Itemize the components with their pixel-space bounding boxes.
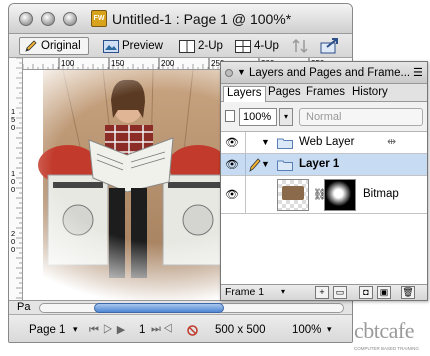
ruler-label: 0 — [11, 245, 15, 254]
ruler-label: 200 — [161, 59, 175, 68]
divider — [245, 154, 246, 176]
panel-bottom-bar: Frame 1 ▾ + ▭ ◘ ▣ 🗑 — [221, 284, 427, 300]
logo-brand: cbtcafe — [354, 318, 415, 343]
tab-4-up[interactable]: 4-Up — [231, 37, 283, 55]
tab-label: 4-Up — [254, 40, 279, 52]
document-dimensions: 500 x 500 — [215, 324, 266, 336]
panel-title: Layers and Pages and Frame... — [249, 67, 411, 79]
frame-select[interactable]: Frame 1 — [225, 286, 264, 298]
vertical-ruler: 150100200 — [9, 58, 23, 300]
eye-icon[interactable]: 👁 — [225, 136, 239, 149]
divider — [245, 176, 246, 214]
layer-name: Layer 1 — [299, 158, 340, 170]
layers-list-empty-area — [221, 214, 427, 284]
status-bar: Page 1 ▾ ⏮▷▶︎ 1 ⏭◁ 500 x 500 100% ▾ — [9, 314, 352, 342]
add-mask-icon[interactable]: ◘ — [359, 286, 373, 299]
horizontal-scrollbar[interactable]: Pa — [9, 300, 352, 314]
layers-panel: ▼ Layers and Pages and Frame... ☰ Layers… — [220, 61, 428, 301]
panel-close-button[interactable] — [225, 69, 233, 77]
tab-pages[interactable]: Pages — [265, 86, 304, 102]
disclosure-triangle-icon[interactable]: ▼ — [261, 159, 270, 169]
layer-options-row: 100% ▾ Normal — [221, 102, 427, 132]
folder-icon — [277, 160, 293, 171]
zoom-window-button[interactable] — [63, 12, 77, 26]
layer-lock-icon[interactable] — [225, 110, 235, 122]
object-name: Bitmap — [363, 188, 399, 200]
frame-number: 1 — [139, 324, 146, 336]
logo-tagline: COMPUTER BASED TRAINING — [354, 346, 419, 351]
tab-label: Preview — [122, 40, 163, 52]
panel-collapse-icon[interactable]: ▼ — [237, 67, 246, 77]
frame-nav-controls[interactable]: ⏭◁ — [151, 323, 175, 336]
preview-icon — [103, 39, 119, 53]
scrollbar-thumb[interactable] — [94, 303, 224, 313]
opacity-field[interactable]: 100% — [239, 108, 277, 126]
tab-preview[interactable]: Preview — [99, 37, 167, 55]
view-tab-bar: Original Preview 2-Up 4-Up — [9, 34, 352, 58]
chevron-down-icon: ▾ — [327, 324, 332, 334]
scroll-page-label: Pa — [17, 301, 31, 313]
tab-label: 2-Up — [198, 40, 223, 52]
disclosure-triangle-icon[interactable]: ▼ — [261, 137, 270, 147]
cbtcafe-logo: cbtcafe COMPUTER BASED TRAINING — [352, 318, 430, 356]
title-bar[interactable]: FW Untitled-1 : Page 1 @ 100%* — [9, 4, 352, 34]
export-icon[interactable] — [319, 37, 343, 55]
window-title: Untitled-1 : Page 1 @ 100%* — [112, 11, 292, 27]
tab-layers[interactable]: Layers — [223, 86, 266, 102]
fireworks-app-icon: FW — [91, 10, 107, 27]
eye-icon[interactable]: 👁 — [225, 158, 239, 171]
minimize-window-button[interactable] — [41, 12, 55, 26]
trash-icon[interactable]: 🗑 — [401, 286, 415, 299]
tab-label: Original — [41, 40, 81, 52]
tab-original[interactable]: Original — [19, 37, 89, 55]
layer-row-layer1[interactable]: 👁 ▼ Layer 1 — [221, 154, 427, 176]
tab-history[interactable]: History — [349, 86, 391, 102]
page-select[interactable]: Page 1 — [29, 324, 65, 336]
panel-options-icon[interactable]: ☰ — [413, 66, 423, 79]
ruler-label: 100 — [61, 59, 75, 68]
bitmap-thumbnail[interactable] — [277, 179, 309, 211]
tab-2-up[interactable]: 2-Up — [175, 37, 227, 55]
blend-mode-select[interactable]: Normal — [299, 108, 423, 126]
two-up-icon — [179, 39, 195, 53]
new-bitmap-icon[interactable]: ▣ — [377, 286, 391, 299]
folder-icon — [277, 138, 293, 149]
close-window-button[interactable] — [19, 12, 33, 26]
zoom-select[interactable]: 100% — [292, 324, 321, 336]
vertical-ruler-ticks: 150100200 — [11, 58, 22, 299]
chevron-down-icon: ▾ — [73, 324, 78, 334]
frame-playback-controls[interactable]: ⏮▷▶︎ — [89, 323, 129, 337]
ruler-label: 150 — [111, 59, 125, 68]
layer-name: Web Layer — [299, 136, 355, 148]
pencil-icon — [25, 40, 37, 52]
web-layer-share-icon[interactable]: ⇹ — [387, 135, 396, 148]
eye-icon[interactable]: 👁 — [225, 188, 239, 201]
chevron-down-icon: ▾ — [281, 287, 286, 296]
panel-tabs: Layers Pages Frames History — [221, 84, 427, 102]
ruler-label: 0 — [11, 185, 15, 194]
tab-frames[interactable]: Frames — [303, 86, 348, 102]
panel-title-bar[interactable]: ▼ Layers and Pages and Frame... ☰ — [221, 62, 427, 84]
object-row-bitmap[interactable]: 👁 ⛓ Bitmap — [221, 176, 427, 214]
stop-icon[interactable] — [187, 325, 198, 336]
mask-thumbnail[interactable] — [324, 179, 356, 211]
opacity-slider-toggle[interactable]: ▾ — [279, 108, 293, 126]
divider — [245, 132, 246, 154]
four-up-icon — [235, 39, 251, 53]
new-sublayer-icon[interactable]: + — [315, 286, 329, 299]
new-layer-icon[interactable]: ▭ — [333, 286, 347, 299]
layer-row-web[interactable]: 👁 ▼ Web Layer ⇹ — [221, 132, 427, 154]
ruler-label: 0 — [11, 123, 15, 132]
pencil-icon — [249, 158, 261, 172]
optimize-arrows-icon[interactable] — [291, 38, 311, 54]
